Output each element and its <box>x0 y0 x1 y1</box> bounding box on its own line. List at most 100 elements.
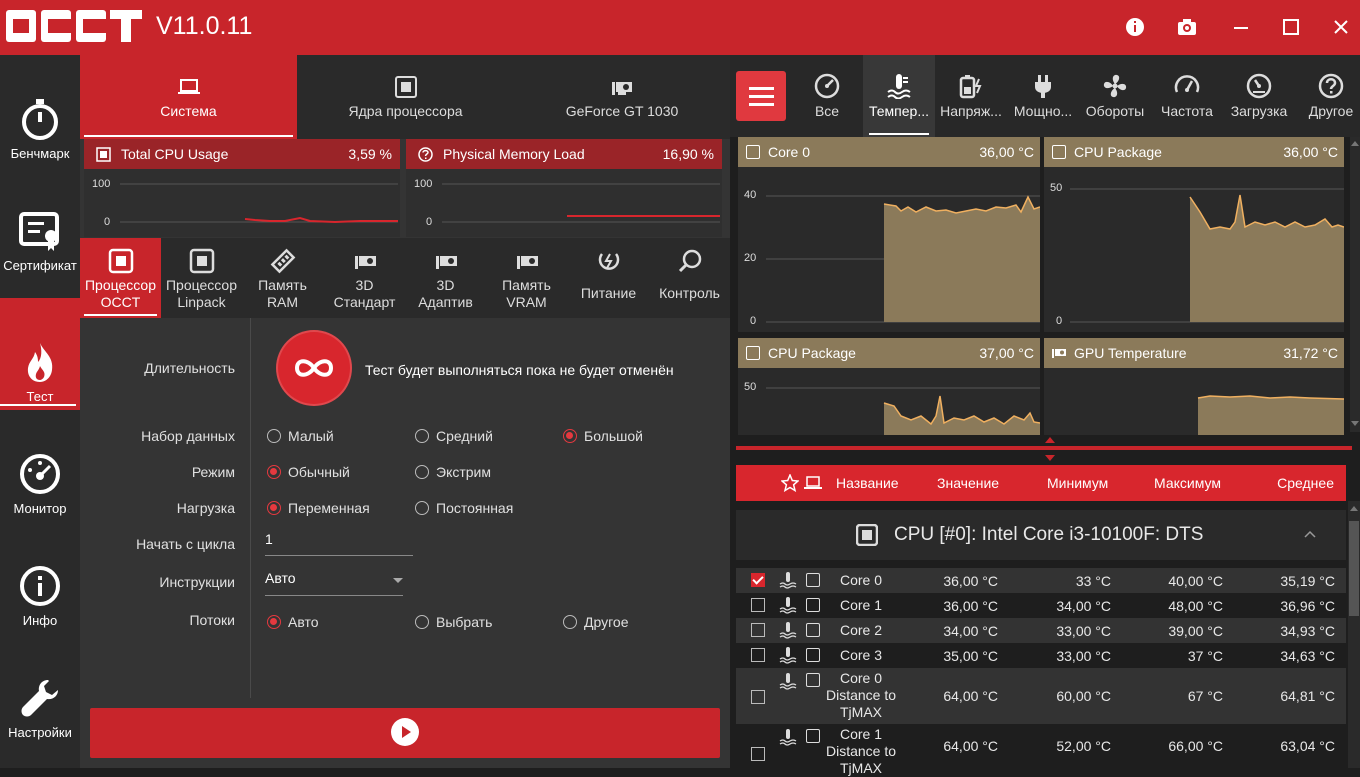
scroll-up-icon[interactable] <box>1351 140 1359 146</box>
tab-all[interactable]: Все <box>791 55 863 137</box>
threads-label: Потоки <box>189 612 235 628</box>
scroll-down-icon[interactable] <box>1351 421 1359 427</box>
flame-icon <box>27 343 53 382</box>
camera-icon[interactable] <box>1176 16 1198 38</box>
minimize-icon[interactable] <box>1230 16 1252 38</box>
tab-fans[interactable]: Обороты <box>1079 55 1151 137</box>
tab-other[interactable]: Другое <box>1295 55 1360 137</box>
row-checkbox[interactable] <box>751 623 765 637</box>
tab-load[interactable]: Загрузка <box>1223 55 1295 137</box>
load-radio-constant[interactable]: Постоянная <box>415 500 513 516</box>
test-panel: Система Ядра процессора GeForce GT 1030 … <box>80 55 730 768</box>
table-row[interactable]: Core 3 35,00 °C 33,00 °C 37 °C 34,63 °C <box>736 643 1346 668</box>
chip-icon <box>189 248 214 274</box>
start-test-button[interactable] <box>90 708 720 758</box>
close-icon[interactable] <box>1330 16 1352 38</box>
column-value[interactable]: Значение <box>937 475 999 491</box>
dataset-radio-large[interactable]: Большой <box>563 428 643 444</box>
plug-icon <box>1035 75 1051 98</box>
maximize-icon[interactable] <box>1280 16 1302 38</box>
tab-gpu[interactable]: GeForce GT 1030 <box>514 55 730 139</box>
column-name[interactable]: Название <box>836 475 899 491</box>
question-icon <box>1318 73 1344 99</box>
sensor-group-header[interactable]: CPU [#0]: Intel Core i3-10100F: DTS <box>736 510 1346 560</box>
graph-value: 3,59 % <box>348 146 392 162</box>
tab-system[interactable]: Система <box>80 55 297 139</box>
column-max[interactable]: Максимум <box>1154 475 1221 491</box>
tab-memory-ram[interactable]: Память RAM <box>242 238 323 318</box>
y-tick: 40 <box>744 189 757 201</box>
splitter-arrows-icon[interactable] <box>1044 436 1056 462</box>
sidebar-item-benchmark[interactable]: Бенчмарк <box>0 55 80 167</box>
row-checkbox[interactable] <box>751 690 765 704</box>
tab-temperature[interactable]: Темпер... <box>863 55 935 137</box>
thermometer-icon <box>779 647 797 664</box>
column-min[interactable]: Минимум <box>1047 475 1108 491</box>
scrollbar-thumb[interactable] <box>1349 521 1359 616</box>
instructions-select[interactable]: Авто <box>265 566 403 596</box>
table-row[interactable]: Core 2 34,00 °C 33,00 °C 39,00 °C 34,93 °C <box>736 618 1346 643</box>
tab-cpu-cores[interactable]: Ядра процессора <box>297 55 514 139</box>
table-row[interactable]: Core 1 36,00 °C 34,00 °C 48,00 °C 36,96 °C <box>736 593 1346 618</box>
sensor-avg: 36,96 °C <box>1280 598 1335 614</box>
graph-cpu-package-1: CPU Package 36,00 °C 50 0 <box>1044 137 1344 332</box>
y-tick: 20 <box>744 252 757 264</box>
dataset-radio-small[interactable]: Малый <box>267 428 334 444</box>
dataset-radio-medium[interactable]: Средний <box>415 428 493 444</box>
row-checkbox[interactable] <box>751 598 765 612</box>
scroll-up-icon[interactable] <box>1350 505 1358 511</box>
table-row[interactable]: Core 0 36,00 °C 33 °C 40,00 °C 35,19 °C <box>736 568 1346 593</box>
speedometer-icon <box>1174 75 1200 93</box>
sensor-min: 52,00 °C <box>1056 738 1111 754</box>
sensor-value: 34,00 °C <box>943 623 998 639</box>
threads-radio-select[interactable]: Выбрать <box>415 614 492 630</box>
chip-icon <box>394 76 417 98</box>
instructions-label: Инструкции <box>159 574 235 590</box>
tab-memory-vram[interactable]: Память VRAM <box>486 238 567 318</box>
tab-power[interactable]: Питание <box>568 238 649 318</box>
thermometer-icon <box>779 622 797 639</box>
row-checkbox[interactable] <box>751 747 765 761</box>
hamburger-menu-button[interactable] <box>736 71 786 121</box>
star-icon[interactable] <box>781 474 799 492</box>
tab-cpu-linpack[interactable]: Процессор Linpack <box>161 238 242 318</box>
table-scrollbar[interactable] <box>1348 501 1360 768</box>
row-checkbox[interactable] <box>751 648 765 662</box>
graph-core-0: Core 0 36,00 °C 40 20 0 <box>738 137 1040 332</box>
tab-3d-adaptive[interactable]: 3D Адаптив <box>405 238 486 318</box>
laptop-icon[interactable] <box>804 475 822 491</box>
tab-control[interactable]: Контроль <box>649 238 730 318</box>
sidebar-item-monitor[interactable]: Монитор <box>0 410 80 522</box>
threads-radio-auto[interactable]: Авто <box>267 614 319 630</box>
cpu-usage-sparkline <box>120 183 398 224</box>
table-row[interactable]: Core 0 Distance to TjMAX 64,00 °C 60,00 °C… <box>736 668 1346 724</box>
mode-radio-extreme[interactable]: Экстрим <box>415 464 491 480</box>
y-tick: 0 <box>750 315 757 327</box>
gpu-temperature-chart <box>1197 395 1344 435</box>
table-row[interactable]: Core 1 Distance to TjMAX 64,00 °C 52,00 °C… <box>736 724 1346 776</box>
chevron-up-icon[interactable] <box>1304 530 1316 538</box>
start-cycle-input[interactable]: 1 <box>265 528 413 556</box>
load-radio-variable[interactable]: Переменная <box>267 500 370 516</box>
sidebar-item-info[interactable]: Инфо <box>0 522 80 634</box>
sidebar-item-label: Сертификат <box>3 258 77 273</box>
sidebar-item-certificate[interactable]: Сертификат <box>0 167 80 279</box>
tab-voltage[interactable]: Напряж... <box>935 55 1007 137</box>
wrench-icon <box>21 680 58 717</box>
sidebar-item-test[interactable]: Тест <box>0 298 80 410</box>
column-avg[interactable]: Среднее <box>1277 475 1334 491</box>
y-tick: 0 <box>104 216 111 228</box>
info-icon[interactable] <box>1124 16 1146 38</box>
tab-frequency[interactable]: Частота <box>1151 55 1223 137</box>
sidebar-item-settings[interactable]: Настройки <box>0 634 80 746</box>
threads-radio-other[interactable]: Другое <box>563 614 628 630</box>
tab-cpu-occt[interactable]: Процессор OCCT <box>80 238 161 318</box>
row-checkbox[interactable] <box>751 573 765 587</box>
graphs-scrollbar[interactable] <box>1350 137 1360 432</box>
gauge-icon <box>814 73 840 99</box>
tab-power[interactable]: Мощно... <box>1007 55 1079 137</box>
mode-radio-normal[interactable]: Обычный <box>267 464 350 480</box>
tab-3d-standard[interactable]: 3D Стандарт <box>324 238 405 318</box>
infinite-duration-button[interactable] <box>278 332 350 404</box>
infinity-icon <box>294 359 334 377</box>
